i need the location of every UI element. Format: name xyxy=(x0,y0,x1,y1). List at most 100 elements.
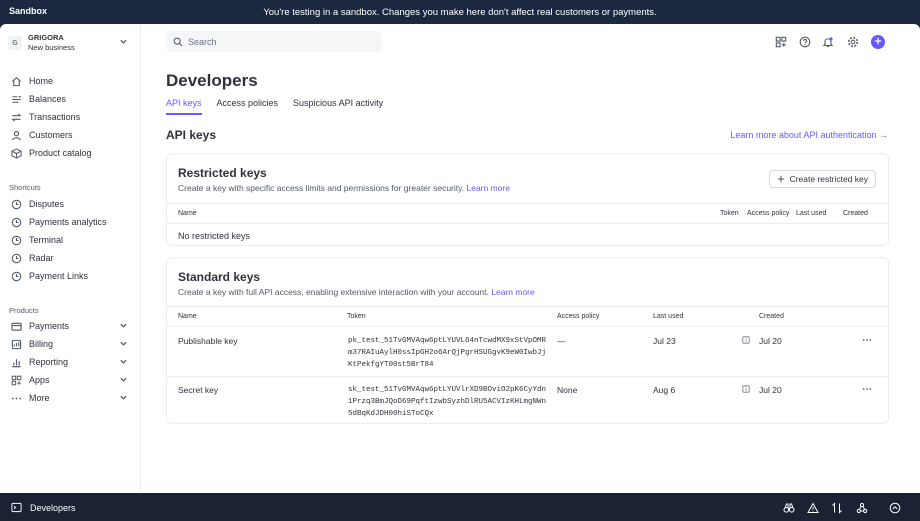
key-last-used: Jul 23 xyxy=(653,336,676,346)
column-header-access-policy: Access policy xyxy=(557,313,600,320)
business-switcher[interactable]: G GRIGORA New business xyxy=(8,32,132,54)
sidebar-item-payments-analytics[interactable]: Payments analytics xyxy=(10,214,130,230)
learn-more-link[interactable]: Learn more xyxy=(491,287,534,297)
more-options-icon[interactable] xyxy=(862,385,872,395)
business-name: GRIGORA xyxy=(28,33,64,42)
description-text: Create a key with specific access limits… xyxy=(178,183,465,193)
key-access-policy: — xyxy=(557,336,566,346)
chevron-up-icon[interactable] xyxy=(888,501,901,514)
sidebar-item-label: Terminal xyxy=(29,235,64,245)
standard-keys-title: Standard keys xyxy=(178,270,261,284)
key-last-used: Aug 6 xyxy=(653,385,676,395)
plus-icon xyxy=(777,175,785,183)
gear-icon[interactable] xyxy=(846,35,860,49)
create-restricted-key-button[interactable]: Create restricted key xyxy=(768,170,876,188)
sidebar-item-product-catalog[interactable]: Product catalog xyxy=(10,145,130,161)
standard-keys-card: Standard keys Create a key with full API… xyxy=(166,257,889,424)
balances-icon xyxy=(10,93,22,105)
box-icon xyxy=(10,147,22,159)
sandbox-tag: Sandbox xyxy=(9,6,48,16)
sidebar-item-apps[interactable]: Apps xyxy=(10,372,130,388)
sidebar-item-label: Transactions xyxy=(29,112,81,122)
learn-more-link[interactable]: Learn more xyxy=(467,183,510,193)
sidebar-item-radar[interactable]: Radar xyxy=(10,250,130,266)
key-access-policy: None xyxy=(557,385,578,395)
shortcuts-heading: Shortcuts xyxy=(9,183,41,192)
sidebar-item-label: Radar xyxy=(29,253,54,263)
developers-toggle-button[interactable]: Developers xyxy=(11,502,76,513)
chevron-down-icon xyxy=(119,339,128,350)
key-name: Publishable key xyxy=(178,336,238,346)
sidebar-item-label: More xyxy=(29,393,50,403)
sidebar-item-home[interactable]: Home xyxy=(10,73,130,89)
sidebar-item-payments[interactable]: Payments xyxy=(10,318,130,334)
key-created: Jul 20 xyxy=(759,385,782,395)
webhooks-icon[interactable] xyxy=(855,501,868,514)
tab-access-policies[interactable]: Access policies xyxy=(217,98,279,115)
apps-icon[interactable] xyxy=(774,35,788,49)
sidebar: G GRIGORA New business Home Balances Tra… xyxy=(0,24,141,493)
sort-arrows-icon[interactable] xyxy=(830,501,843,514)
billing-icon xyxy=(10,338,22,350)
key-name: Secret key xyxy=(178,385,219,395)
sidebar-item-label: Home xyxy=(29,76,54,86)
developer-toolbar: Developers xyxy=(0,493,920,521)
search-bar[interactable] xyxy=(166,31,382,52)
restricted-keys-title: Restricted keys xyxy=(178,166,267,180)
clock-icon xyxy=(10,270,22,282)
restricted-keys-description: Create a key with specific access limits… xyxy=(178,183,510,193)
binoculars-icon[interactable] xyxy=(782,501,795,514)
sandbox-banner: Sandbox You're testing in a sandbox. Cha… xyxy=(0,0,920,24)
sandbox-message: You're testing in a sandbox. Changes you… xyxy=(263,6,657,18)
app-window: G GRIGORA New business Home Balances Tra… xyxy=(0,24,920,493)
column-header-name: Name xyxy=(178,313,197,320)
search-input[interactable] xyxy=(188,36,368,47)
products-heading: Products xyxy=(9,306,39,315)
column-header-token: Token xyxy=(347,313,366,320)
clock-icon xyxy=(10,252,22,264)
chevron-down-icon xyxy=(119,321,128,332)
sidebar-item-label: Balances xyxy=(29,94,67,104)
table-row: Secret key sk_test_51TvGMVAqw6ptLYUVlrXD… xyxy=(167,376,888,424)
sidebar-item-disputes[interactable]: Disputes xyxy=(10,196,130,212)
section-title: API keys xyxy=(166,128,217,142)
restricted-table-header: Name Token Access policy Last used Creat… xyxy=(167,203,888,224)
chevron-down-icon xyxy=(119,357,128,368)
column-header-token: Token xyxy=(720,210,739,217)
tab-bar: API keys Access policies Suspicious API … xyxy=(166,98,398,115)
learn-more-api-auth-link[interactable]: Learn more about API authentication → xyxy=(730,130,888,140)
transactions-icon xyxy=(10,111,22,123)
help-icon[interactable] xyxy=(798,35,812,49)
tab-suspicious-api-activity[interactable]: Suspicious API activity xyxy=(293,98,383,115)
more-options-icon[interactable] xyxy=(862,336,872,346)
column-header-created: Created xyxy=(759,313,784,320)
column-header-last-used: Last used xyxy=(796,210,827,217)
sidebar-item-billing[interactable]: Billing xyxy=(10,336,130,352)
warning-icon[interactable] xyxy=(806,501,819,514)
key-token[interactable]: sk_test_51TvGMVAqw6ptLYUVlrXD9BOviO2pK6C… xyxy=(348,384,548,420)
chevron-down-icon xyxy=(119,393,128,404)
sidebar-item-label: Reporting xyxy=(29,357,69,367)
empty-state-text: No restricted keys xyxy=(178,231,251,241)
sidebar-item-transactions[interactable]: Transactions xyxy=(10,109,130,125)
sidebar-item-customers[interactable]: Customers xyxy=(10,127,130,143)
sidebar-item-payment-links[interactable]: Payment Links xyxy=(10,268,130,284)
sidebar-item-more[interactable]: More xyxy=(10,390,130,406)
sidebar-item-balances[interactable]: Balances xyxy=(10,91,130,107)
column-header-last-used: Last used xyxy=(653,313,684,320)
sidebar-item-label: Disputes xyxy=(29,199,65,209)
sidebar-item-reporting[interactable]: Reporting xyxy=(10,354,130,370)
clock-icon xyxy=(10,216,22,228)
tab-api-keys[interactable]: API keys xyxy=(166,98,202,115)
info-icon[interactable] xyxy=(742,336,750,346)
sidebar-item-terminal[interactable]: Terminal xyxy=(10,232,130,248)
customers-icon xyxy=(10,129,22,141)
bell-icon[interactable] xyxy=(821,35,835,49)
standard-keys-description: Create a key with full API access, enabl… xyxy=(178,287,535,297)
sidebar-item-label: Billing xyxy=(29,339,54,349)
key-token[interactable]: pk_test_51TvGMVAqw6ptLYUVL64nTcwdMX9xStV… xyxy=(348,335,548,371)
chart-icon xyxy=(10,356,22,368)
create-button[interactable] xyxy=(871,35,885,49)
key-created: Jul 20 xyxy=(759,336,782,346)
info-icon[interactable] xyxy=(742,385,750,395)
